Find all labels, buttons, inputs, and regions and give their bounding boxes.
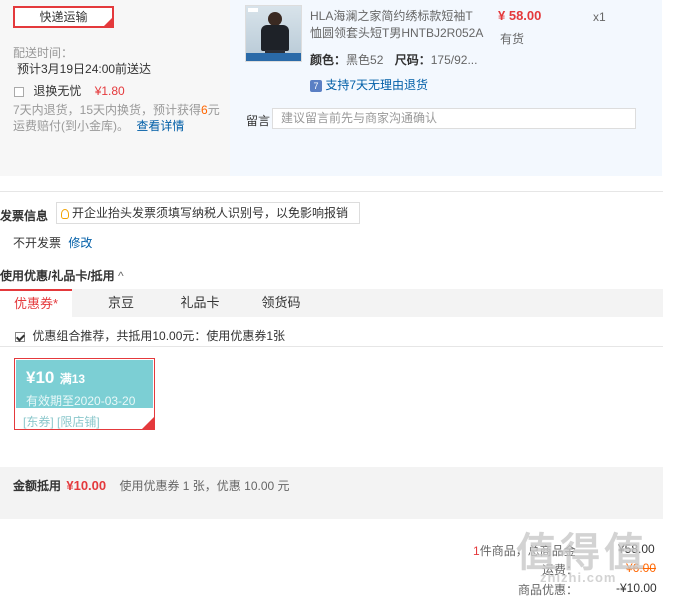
product-price: ¥ 58.00 bbox=[498, 8, 542, 23]
return-desc-text: 7天内退货，15天内换货，预计获得 bbox=[13, 103, 202, 117]
discount-total-desc: 使用优惠券 1 张，优惠 10.00 元 bbox=[119, 479, 290, 493]
product-title-line1: HLA海澜之家简约绣标款短袖T bbox=[310, 9, 473, 23]
tab-coupons[interactable]: 优惠券* bbox=[0, 289, 72, 317]
return-desc-number: 6 bbox=[201, 103, 208, 117]
shipping-method-label: 快递运输 bbox=[39, 10, 88, 24]
coupon-amount: ¥10 bbox=[26, 368, 55, 387]
details-link[interactable]: 查看详情 bbox=[136, 119, 184, 133]
invoice-status: 不开发票 bbox=[13, 236, 62, 250]
tab-redeem-code[interactable]: 领货码 bbox=[245, 289, 317, 317]
return-insurance-desc: 7天内退货，15天内换货，预计获得6元 bbox=[13, 101, 220, 118]
invoice-status-row: 不开发票 修改 bbox=[13, 234, 92, 251]
model-shirt bbox=[261, 25, 289, 51]
delivery-time-value: 预计3月19日24:00前送达 bbox=[17, 62, 152, 76]
product-title-line2: 恤圆领套头短T男HNTBJ2R052A bbox=[310, 26, 484, 40]
product-attributes: 颜色：黑色52 尺码：175/92... bbox=[310, 51, 477, 68]
invoice-tip-text: 开企业抬头发票须填写纳税人识别号，以免影响报销 bbox=[72, 206, 349, 220]
message-input[interactable]: 建议留言前先与商家沟通确认 bbox=[272, 108, 636, 129]
tab-gift-card[interactable]: 礼品卡 bbox=[164, 289, 236, 317]
size-label: 尺码： bbox=[394, 53, 431, 67]
return-policy-badge: 7 支持7天无理由退货 bbox=[310, 76, 428, 93]
coupon-card-top: ¥10 满13 有效期至2020-03-20 bbox=[16, 360, 153, 408]
brand-tag bbox=[248, 8, 258, 12]
model-head bbox=[268, 12, 282, 26]
section-divider bbox=[0, 191, 663, 192]
return-insurance-desc-2: 运费赔付(到小金库)。 查看详情 bbox=[13, 117, 184, 134]
summary-count: 1 bbox=[473, 544, 480, 558]
discount-total-bar: 金额抵用 ¥10.00 使用优惠券 1 张，优惠 10.00 元 bbox=[0, 467, 663, 519]
product-image[interactable] bbox=[245, 5, 302, 62]
discount-section-header[interactable]: 使用优惠/礼品卡/抵用 ^ bbox=[0, 267, 124, 284]
invoice-title: 发票信息 bbox=[0, 209, 49, 223]
product-quantity: x1 bbox=[593, 10, 606, 24]
return-insurance-price: ¥1.80 bbox=[94, 84, 125, 98]
invoice-modify-link[interactable]: 修改 bbox=[68, 236, 92, 250]
coupon-card[interactable]: ¥10 满13 有效期至2020-03-20 [东券] [限店铺] bbox=[14, 358, 155, 430]
stock-status: 有货 bbox=[500, 32, 525, 46]
selected-corner-icon bbox=[104, 18, 112, 26]
return-insurance-checkbox[interactable] bbox=[14, 86, 24, 97]
return-policy-text: 支持7天无理由退货 bbox=[325, 78, 429, 92]
coupon-selected-icon bbox=[142, 417, 154, 429]
discount-section-title: 使用优惠/礼品卡/抵用 bbox=[0, 269, 115, 283]
coupon-validity: 有效期至2020-03-20 bbox=[26, 394, 136, 408]
delivery-time-label: 配送时间： bbox=[13, 46, 74, 60]
coupon-tags: [东券] [限店铺] bbox=[23, 415, 100, 429]
discount-tabs: 优惠券* 京豆 礼品卡 领货码 bbox=[0, 289, 663, 317]
discount-total-label: 金额抵用 bbox=[13, 479, 62, 493]
coupon-recommend-row: 优惠组合推荐，共抵用10.00元：使用优惠券1张 bbox=[15, 327, 285, 344]
coupon-recommend-checkbox[interactable] bbox=[15, 331, 25, 342]
seven-day-return-icon: 7 bbox=[310, 79, 322, 92]
color-value: 黑色52 bbox=[346, 53, 384, 67]
return-desc-unit: 元 bbox=[207, 103, 220, 117]
watermark-url: zhizhi.com bbox=[540, 570, 617, 585]
site-watermark: 值得值 zhizhi.com bbox=[516, 520, 676, 600]
invoice-tip: 开企业抬头发票须填写纳税人识别号，以免影响报销 bbox=[56, 202, 360, 224]
discount-total-amount: ¥10.00 bbox=[66, 478, 107, 493]
return-insurance-row: 退换无忧 ¥1.80 bbox=[14, 82, 125, 99]
tab-jd-beans[interactable]: 京豆 bbox=[85, 289, 157, 317]
coupon-condition: 满13 bbox=[59, 372, 86, 386]
lightbulb-icon bbox=[61, 208, 69, 219]
shipping-method-button[interactable]: 快递运输 bbox=[13, 6, 114, 28]
chevron-up-icon: ^ bbox=[118, 269, 124, 283]
return-desc-text-2: 运费赔付(到小金库)。 bbox=[13, 119, 129, 133]
image-banner bbox=[246, 53, 301, 61]
color-label: 颜色： bbox=[310, 53, 347, 67]
size-value: 175/92... bbox=[430, 53, 478, 67]
coupon-recommend-text: 优惠组合推荐，共抵用10.00元：使用优惠券1张 bbox=[32, 329, 286, 343]
product-title[interactable]: HLA海澜之家简约绣标款短袖T 恤圆领套头短T男HNTBJ2R052A bbox=[310, 8, 483, 42]
return-insurance-label: 退换无忧 bbox=[33, 84, 82, 98]
coupon-divider bbox=[0, 346, 663, 347]
